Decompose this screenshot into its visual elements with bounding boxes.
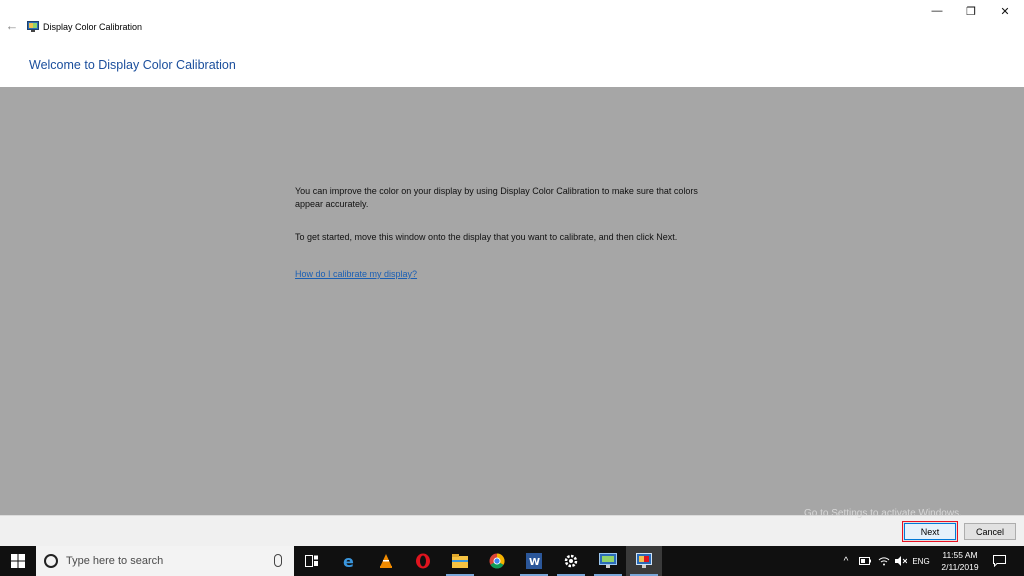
clock-date: 2/11/2019	[941, 562, 979, 572]
task-view-icon[interactable]	[294, 546, 330, 576]
settings-icon[interactable]	[553, 546, 589, 576]
color-calibration-icon[interactable]	[626, 546, 662, 576]
maximize-button[interactable]: ❐	[954, 0, 988, 22]
windows-logo-icon	[11, 554, 25, 568]
instructions-paragraph: To get started, move this window onto th…	[295, 232, 678, 242]
search-placeholder: Type here to search	[66, 555, 164, 567]
file-explorer-icon[interactable]	[442, 546, 478, 576]
action-center-icon[interactable]	[988, 546, 1010, 576]
title-bar: ← Display Color Calibration — ❐ ✕	[0, 0, 1024, 50]
next-button[interactable]: Next	[904, 523, 956, 540]
volume-muted-icon[interactable]	[893, 546, 909, 576]
activation-watermark: Go to Settings to activate Windows.	[804, 508, 962, 519]
microphone-icon[interactable]	[274, 554, 282, 567]
chrome-icon[interactable]	[479, 546, 515, 576]
cancel-button[interactable]: Cancel	[964, 523, 1016, 540]
page-heading: Welcome to Display Color Calibration	[29, 58, 236, 72]
opera-icon[interactable]	[405, 546, 441, 576]
start-button[interactable]	[0, 546, 36, 576]
cortana-icon	[44, 554, 58, 568]
display-icon[interactable]	[590, 546, 626, 576]
svg-text:e: e	[343, 553, 354, 569]
wifi-icon[interactable]	[876, 546, 892, 576]
battery-icon[interactable]	[856, 546, 874, 576]
back-arrow-icon[interactable]: ←	[4, 18, 20, 34]
close-button[interactable]: ✕	[988, 0, 1022, 22]
intro-paragraph: You can improve the color on your displa…	[295, 186, 698, 209]
input-language-indicator[interactable]: ENG	[910, 546, 932, 576]
window-title: Display Color Calibration	[43, 22, 143, 32]
word-icon[interactable]: W	[516, 546, 552, 576]
button-bar: Go to Settings to activate Windows. Next…	[0, 508, 1024, 546]
display-color-calibration-app-icon	[27, 21, 39, 32]
vlc-icon[interactable]	[368, 546, 404, 576]
help-link[interactable]: How do I calibrate my display?	[295, 269, 417, 279]
taskbar-clock[interactable]: 11:55 AM 2/11/2019	[934, 549, 986, 573]
minimize-button[interactable]: —	[920, 0, 954, 22]
svg-text:W: W	[529, 557, 540, 568]
taskbar-search-box[interactable]: Type here to search	[36, 546, 294, 576]
show-hidden-icons-chevron-icon[interactable]: ^	[838, 546, 854, 576]
clock-time: 11:55 AM	[942, 550, 978, 560]
taskbar: Type here to search e W ^ ENG 11:55 AM 2…	[0, 546, 1024, 576]
edge-icon[interactable]: e	[331, 546, 367, 576]
calibration-content-area: You can improve the color on your displa…	[0, 87, 1024, 515]
